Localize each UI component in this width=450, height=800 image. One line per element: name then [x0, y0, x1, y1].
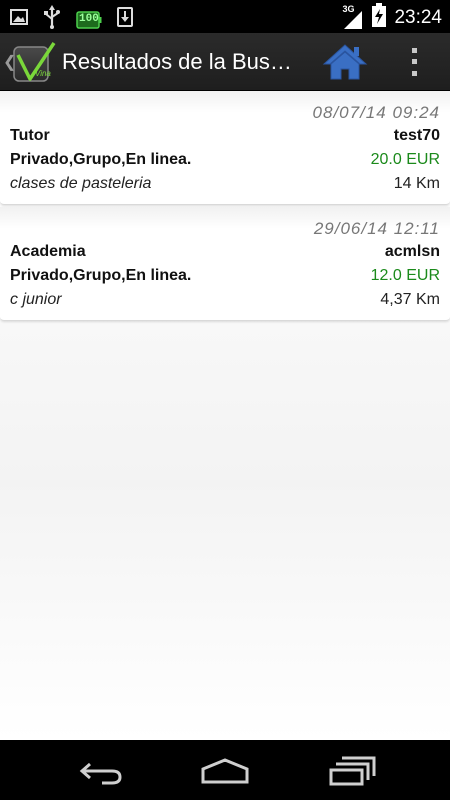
result-distance: 14 Km	[393, 175, 440, 192]
result-type: Academia	[10, 243, 86, 260]
system-indicators: 3G 23:24	[342, 3, 442, 32]
app-logo-icon[interactable]: Vina	[12, 41, 56, 85]
result-modalities: Privado,Grupo,En linea.	[10, 151, 192, 168]
result-subject: clases de pasteleria	[10, 175, 152, 192]
result-detail-row: clases de pasteleria 14 Km	[10, 175, 440, 193]
signal-icon: 3G	[342, 3, 364, 30]
result-user: acmlsn	[384, 243, 440, 260]
action-bar: ❮ Vina Resultados de la Bus…	[0, 33, 450, 91]
result-header-row: Academia acmlsn	[10, 243, 440, 261]
page-title: Resultados de la Bus…	[62, 49, 292, 74]
results-list: 08/07/14 09:24 Tutor test70 Privado,Grup…	[0, 91, 450, 740]
clock: 23:24	[394, 6, 442, 28]
result-detail-row: c junior 4,37 Km	[10, 291, 440, 309]
result-distance: 4,37 Km	[380, 291, 440, 308]
download-icon	[116, 7, 134, 32]
result-subject: c junior	[10, 291, 62, 308]
home-nav-icon	[200, 758, 250, 790]
navigation-bar	[0, 740, 450, 800]
result-offer-row: Privado,Grupo,En linea. 12.0 EUR	[10, 267, 440, 285]
usb-icon	[42, 5, 62, 34]
home-button[interactable]	[322, 42, 368, 82]
result-card[interactable]: 08/07/14 09:24 Tutor test70 Privado,Grup…	[0, 91, 450, 205]
logo-text: Vina	[35, 69, 51, 78]
overflow-dot	[411, 59, 417, 65]
battery-label: 100	[79, 12, 99, 25]
result-price: 12.0 EUR	[370, 267, 440, 284]
recent-apps-button[interactable]	[328, 756, 378, 786]
overflow-dot	[411, 48, 417, 54]
home-nav-button[interactable]	[200, 756, 250, 786]
result-header-row: Tutor test70	[10, 127, 440, 145]
result-offer-row: Privado,Grupo,En linea. 20.0 EUR	[10, 151, 440, 169]
notification-icons: 100	[10, 5, 134, 34]
result-modalities: Privado,Grupo,En linea.	[10, 267, 192, 284]
result-card[interactable]: 29/06/14 12:11 Academia acmlsn Privado,G…	[0, 207, 450, 321]
overflow-dot	[411, 70, 417, 76]
overflow-menu-button[interactable]	[404, 45, 424, 79]
recent-apps-icon	[328, 756, 378, 790]
result-date: 08/07/14 09:24	[312, 103, 440, 122]
battery-charging-icon	[372, 3, 387, 32]
result-type: Tutor	[10, 127, 50, 144]
back-button[interactable]	[76, 756, 126, 786]
result-date: 29/06/14 12:11	[313, 219, 440, 238]
result-price: 20.0 EUR	[370, 151, 440, 168]
status-bar: 100 3G 23:24	[0, 0, 450, 33]
back-icon	[76, 762, 126, 790]
home-icon	[322, 44, 368, 86]
image-icon	[10, 8, 28, 31]
result-user: test70	[393, 127, 440, 144]
battery-100-icon: 100	[76, 10, 102, 30]
network-type: 3G	[342, 3, 355, 14]
